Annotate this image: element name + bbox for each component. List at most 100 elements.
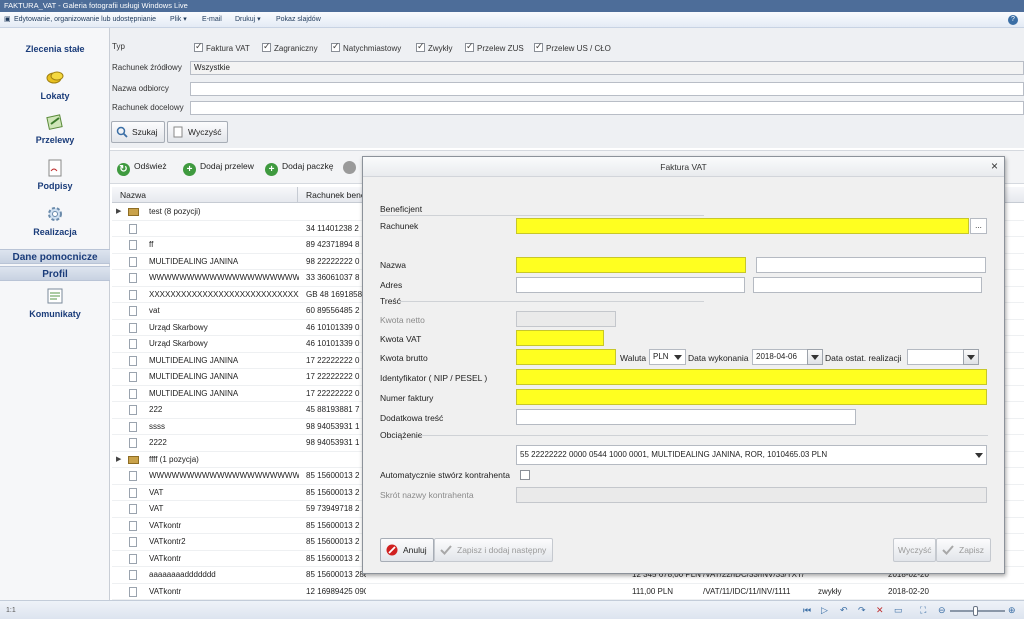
row-name: VAT [149, 487, 164, 497]
add-transfer-button[interactable]: + Dodaj przelew [183, 161, 254, 176]
filter-type-zus[interactable]: Przelew ZUS [465, 41, 524, 53]
check-icon [440, 545, 452, 555]
filter-type-regular[interactable]: Zwykły [416, 41, 452, 53]
checkbox-checked[interactable] [331, 41, 340, 52]
filter-type-instant[interactable]: Natychmiastowy [331, 41, 401, 53]
recipient-name-input[interactable] [190, 82, 1024, 96]
sidebar-item-transfers[interactable]: Przelewy [0, 112, 110, 145]
execution-date-picker[interactable] [807, 349, 823, 365]
row-account: 85 15600013 2 [306, 537, 360, 546]
zoom-out-icon[interactable]: ⊖ [938, 606, 946, 615]
sidebar-item-label: Komunikaty [29, 309, 81, 319]
plus-icon: + [183, 163, 196, 176]
gross-amount-input[interactable] [516, 349, 616, 365]
search-button[interactable]: Szukaj [111, 121, 165, 143]
source-account-label: Rachunek źródłowy [112, 63, 182, 72]
gross-amount-label: Kwota brutto [380, 353, 428, 363]
rotate-left-icon[interactable]: ↶ [840, 606, 848, 615]
column-header-account[interactable]: Rachunek bene [298, 187, 368, 203]
search-icon [116, 126, 128, 138]
delete-icon[interactable]: ✕ [876, 606, 884, 615]
checkbox-checked[interactable] [534, 41, 543, 52]
sidebar-item-standing-orders[interactable]: Zlecenia stałe [0, 28, 110, 54]
row-name: 2222 [149, 438, 167, 447]
table-row[interactable]: VATkontr 12 16989425 0900 1366 4536 6688 1… [112, 584, 1024, 600]
name-input-2[interactable] [756, 257, 986, 273]
document-icon [129, 471, 137, 481]
account-input[interactable] [516, 218, 969, 234]
play-icon[interactable]: ▷ [821, 606, 828, 615]
target-account-input[interactable] [190, 101, 1024, 115]
column-header-name[interactable]: Nazwa [112, 187, 298, 203]
currency-select[interactable]: PLN [649, 349, 686, 365]
address-input-2[interactable] [753, 277, 982, 293]
filter-type-foreign[interactable]: Zagraniczny [262, 41, 318, 53]
first-icon[interactable]: ⏮ [803, 606, 811, 615]
refresh-icon: ↻ [117, 163, 130, 176]
cancel-button[interactable]: Anuluj [380, 538, 434, 562]
address-input-1[interactable] [516, 277, 745, 293]
nip-pesel-input[interactable] [516, 369, 987, 385]
help-icon[interactable]: ? [1008, 15, 1018, 25]
checkbox-checked[interactable] [262, 41, 271, 52]
document-icon [129, 421, 137, 432]
display-icon[interactable]: ▭ [894, 606, 903, 615]
menu-edit-organize-share[interactable]: Edytowanie, organizowanie lub udostępnia… [14, 12, 156, 28]
contractor-short-name-input [516, 487, 987, 503]
app-icon: ▣ [4, 16, 11, 23]
refresh-button[interactable]: ↻ Odśwież [117, 161, 167, 176]
save-and-add-next-button[interactable]: Zapisz i dodaj następny [434, 538, 554, 562]
row-account: 85 15600013 2 [306, 487, 360, 497]
vat-amount-input[interactable] [516, 330, 604, 346]
debit-account-select[interactable]: 55 22222222 0000 0544 1000 0001, MULTIDE… [516, 445, 987, 465]
expand-arrow-icon[interactable]: ▶ [116, 452, 121, 468]
filter-type-us-clo[interactable]: Przelew US / CŁO [534, 41, 611, 53]
add-batch-button[interactable]: + Dodaj paczkę [265, 161, 334, 176]
menu-print[interactable]: Drukuj ▾ [235, 12, 261, 28]
save-button[interactable]: Zapisz [936, 538, 992, 562]
row-account: 85 15600013 2 [306, 520, 360, 530]
cancel-icon [386, 544, 398, 556]
sidebar-item-deposits[interactable]: Lokaty [0, 68, 110, 101]
document-icon [129, 372, 137, 382]
auto-create-contractor-checkbox[interactable] [520, 470, 530, 480]
last-execution-date-input[interactable] [907, 349, 964, 365]
last-execution-date-picker[interactable] [963, 349, 979, 365]
zoom-slider-handle[interactable] [973, 606, 978, 616]
name-label: Nazwa [380, 260, 406, 270]
clear-button[interactable]: Wyczyść [167, 121, 229, 143]
checkbox-checked[interactable] [416, 41, 425, 52]
row-account: 33 36061037 8 [306, 273, 360, 282]
fit-icon[interactable]: ⛶ [920, 606, 926, 615]
execution-date-input[interactable]: 2018-04-06 [752, 349, 808, 365]
net-amount-label: Kwota netto [380, 315, 425, 325]
extra-content-input[interactable] [516, 409, 856, 425]
filter-type-vat-invoice[interactable]: Faktura VAT [194, 41, 250, 53]
rotate-right-icon[interactable]: ↷ [858, 606, 866, 615]
checkbox-checked[interactable] [465, 41, 474, 52]
menu-slideshow[interactable]: Pokaz slajdów [276, 12, 321, 28]
browse-account-button[interactable]: ... [970, 218, 987, 234]
name-input-1[interactable] [516, 257, 746, 273]
close-icon[interactable]: × [991, 160, 998, 172]
sidebar-section-helper-data[interactable]: Dane pomocnicze [0, 249, 110, 264]
document-icon [129, 586, 137, 597]
dialog-clear-button[interactable]: Wyczyść [893, 538, 937, 562]
menu-email[interactable]: E-mail [202, 12, 222, 28]
expand-arrow-icon[interactable]: ▶ [116, 204, 121, 220]
sidebar-item-execution[interactable]: Realizacja [0, 204, 110, 237]
chevron-down-icon [674, 355, 682, 360]
plus-icon: + [265, 163, 278, 176]
checkbox-checked[interactable] [194, 41, 203, 52]
document-icon [129, 520, 137, 531]
source-account-select[interactable]: Wszystkie [190, 61, 1024, 75]
invoice-number-input[interactable] [516, 389, 987, 405]
sidebar-item-signatures[interactable]: Podpisy [0, 158, 110, 191]
zoom-in-icon[interactable]: ⊕ [1008, 606, 1016, 615]
menu-file[interactable]: Plik ▾ [170, 12, 187, 28]
filter-panel: Typ Faktura VAT Zagraniczny Natychmiasto… [110, 28, 1024, 148]
more-button[interactable] [343, 161, 360, 174]
check-icon [942, 545, 954, 555]
sidebar-section-profile[interactable]: Profil [0, 266, 110, 281]
sidebar-item-messages[interactable]: Komunikaty [0, 286, 110, 319]
